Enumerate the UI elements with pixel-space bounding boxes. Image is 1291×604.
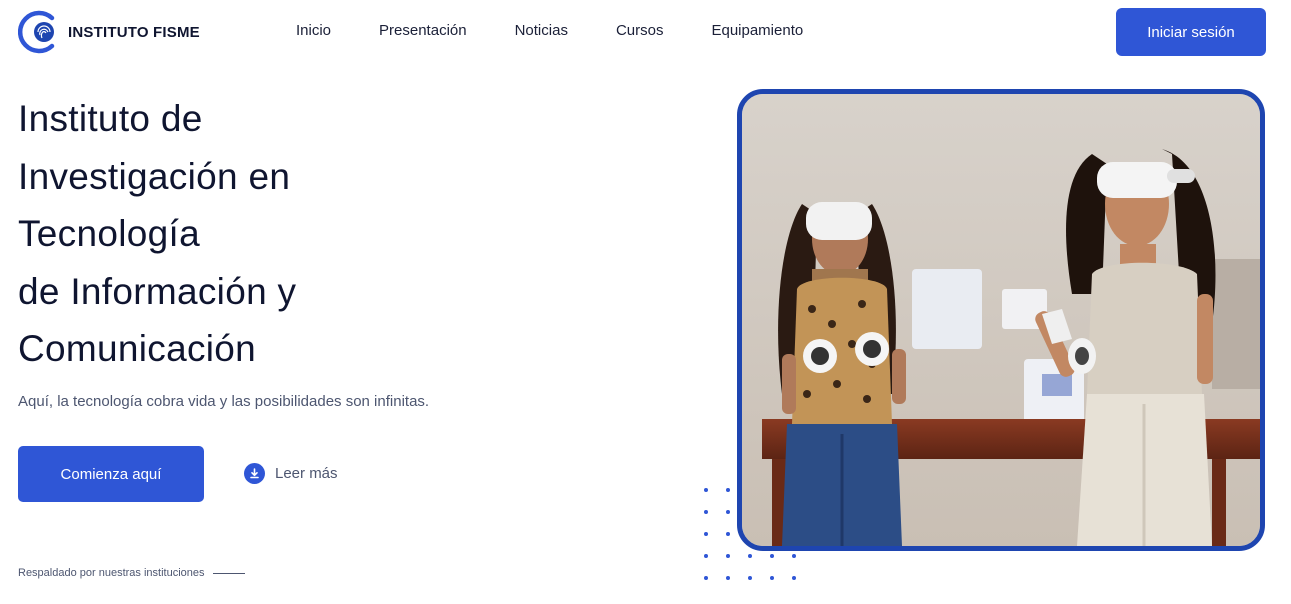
nav-item-cursos[interactable]: Cursos xyxy=(616,22,664,39)
hero-title-line: de Información y xyxy=(18,270,297,312)
nav-item-inicio[interactable]: Inicio xyxy=(296,22,331,39)
read-more-link[interactable]: Leer más xyxy=(244,463,338,484)
decorative-dot xyxy=(726,554,730,558)
hero-title-line: Tecnología xyxy=(18,213,200,254)
start-here-button[interactable]: Comienza aquí xyxy=(18,446,204,502)
divider-line xyxy=(212,572,245,574)
brand-logo[interactable]: INSTITUTO FISME xyxy=(18,8,200,56)
decorative-dot xyxy=(748,554,752,558)
hero-title-line: Investigación en xyxy=(18,155,291,197)
decorative-dot xyxy=(770,576,774,580)
download-icon xyxy=(244,463,265,484)
nav-item-presentacion[interactable]: Presentación xyxy=(379,22,467,39)
fingerprint-c-logo-icon xyxy=(18,10,55,54)
read-more-label: Leer más xyxy=(275,465,338,482)
brand-name: INSTITUTO FISME xyxy=(68,23,200,41)
backed-by-section: Respaldado por nuestras instituciones xyxy=(18,567,245,579)
nav-item-equipamiento[interactable]: Equipamiento xyxy=(711,22,803,39)
vr-students-illustration xyxy=(742,94,1260,546)
decorative-dot xyxy=(704,488,708,492)
site-header: INSTITUTO FISME Inicio Presentación Noti… xyxy=(0,0,1291,64)
nav-item-noticias[interactable]: Noticias xyxy=(515,22,568,39)
decorative-dot xyxy=(704,510,708,514)
decorative-dot xyxy=(792,576,796,580)
hero-title-line: Comunicación xyxy=(18,328,257,369)
backed-by-label: Respaldado por nuestras instituciones xyxy=(18,567,205,579)
decorative-dot xyxy=(704,576,708,580)
login-button[interactable]: Iniciar sesión xyxy=(1116,8,1266,56)
decorative-dot xyxy=(704,532,708,536)
hero-title-line: Instituto de xyxy=(18,98,203,139)
decorative-dot xyxy=(726,576,730,580)
decorative-dot xyxy=(792,554,796,558)
decorative-dot xyxy=(704,554,708,558)
decorative-dot xyxy=(726,488,730,492)
main-nav: Inicio Presentación Noticias Cursos Equi… xyxy=(296,22,803,39)
decorative-dot xyxy=(726,532,730,536)
hero-photo xyxy=(737,89,1265,551)
decorative-dot xyxy=(726,510,730,514)
hero-subtitle: Aquí, la tecnología cobra vida y las pos… xyxy=(18,393,430,410)
decorative-dot xyxy=(770,554,774,558)
decorative-dot xyxy=(748,576,752,580)
hero-title: Instituto de Investigación en Tecnología… xyxy=(18,90,618,378)
